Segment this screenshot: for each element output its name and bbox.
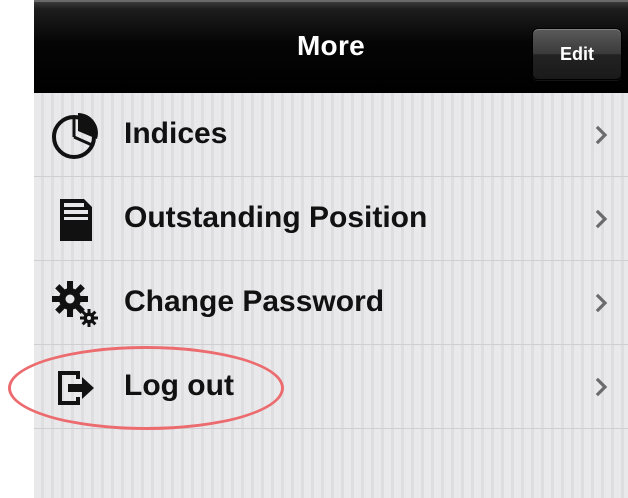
menu-item-label: Log out <box>124 369 234 402</box>
gears-icon <box>52 281 98 327</box>
chevron-right-icon <box>595 293 608 313</box>
edit-button[interactable]: Edit <box>532 28 622 80</box>
chevron-right-icon <box>595 377 608 397</box>
menu-item-change-password[interactable]: Change Password <box>34 261 628 345</box>
logout-icon <box>58 371 94 405</box>
more-screen: More Edit Indices Outstanding Position C… <box>34 0 628 498</box>
navigation-bar: More Edit <box>34 0 628 93</box>
chevron-right-icon <box>595 125 608 145</box>
menu-item-label: Change Password <box>124 285 385 318</box>
menu-item-log-out[interactable]: Log out <box>34 345 628 429</box>
menu-item-outstanding-position[interactable]: Outstanding Position <box>34 177 628 261</box>
document-icon <box>60 199 92 241</box>
menu-item-label: Indices <box>124 117 228 150</box>
chevron-right-icon <box>595 209 608 229</box>
menu-item-label: Outstanding Position <box>124 201 428 234</box>
pie-chart-icon <box>52 113 98 159</box>
menu-item-indices[interactable]: Indices <box>34 93 628 177</box>
